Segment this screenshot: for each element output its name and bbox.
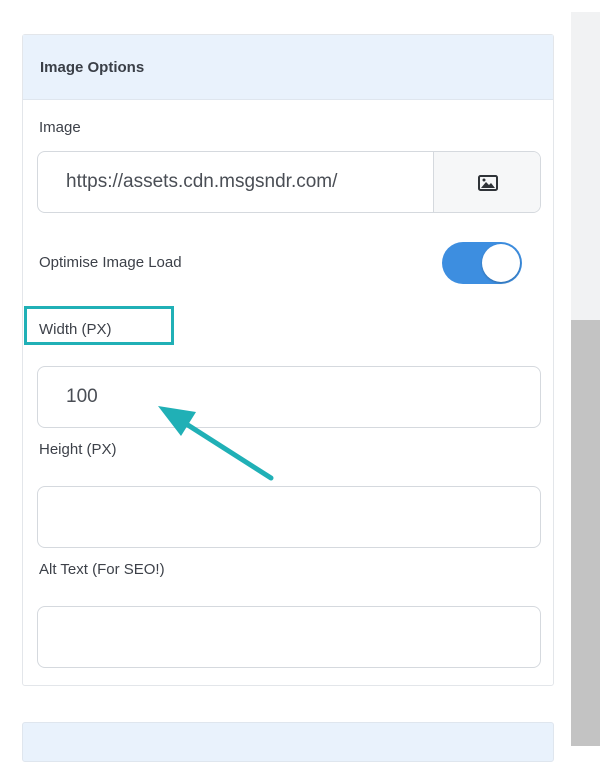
panel-title: Image Options (40, 59, 145, 76)
image-options-panel: Image Options Image Optimise Image Load … (22, 34, 554, 686)
alt-text-field (37, 606, 541, 668)
alt-text-input[interactable] (38, 607, 540, 667)
image-picker-button[interactable] (433, 152, 540, 212)
next-panel-header[interactable] (22, 722, 554, 762)
scrollbar-thumb[interactable] (571, 320, 600, 746)
panel-header[interactable]: Image Options (23, 35, 553, 100)
alt-text-label: Alt Text (For SEO!) (39, 561, 165, 578)
width-label-highlight (24, 306, 174, 345)
width-input[interactable] (38, 367, 540, 427)
image-url-field (37, 151, 541, 213)
image-icon (478, 175, 498, 191)
image-url-input[interactable] (38, 152, 433, 212)
image-label: Image (39, 119, 81, 136)
height-field (37, 486, 541, 548)
optimise-image-load-label: Optimise Image Load (39, 254, 182, 271)
toggle-knob (482, 244, 520, 282)
scrollbar-track[interactable] (571, 12, 600, 746)
height-label: Height (PX) (39, 441, 117, 458)
width-field (37, 366, 541, 428)
optimise-image-load-toggle[interactable] (442, 242, 522, 284)
height-input[interactable] (38, 487, 540, 547)
